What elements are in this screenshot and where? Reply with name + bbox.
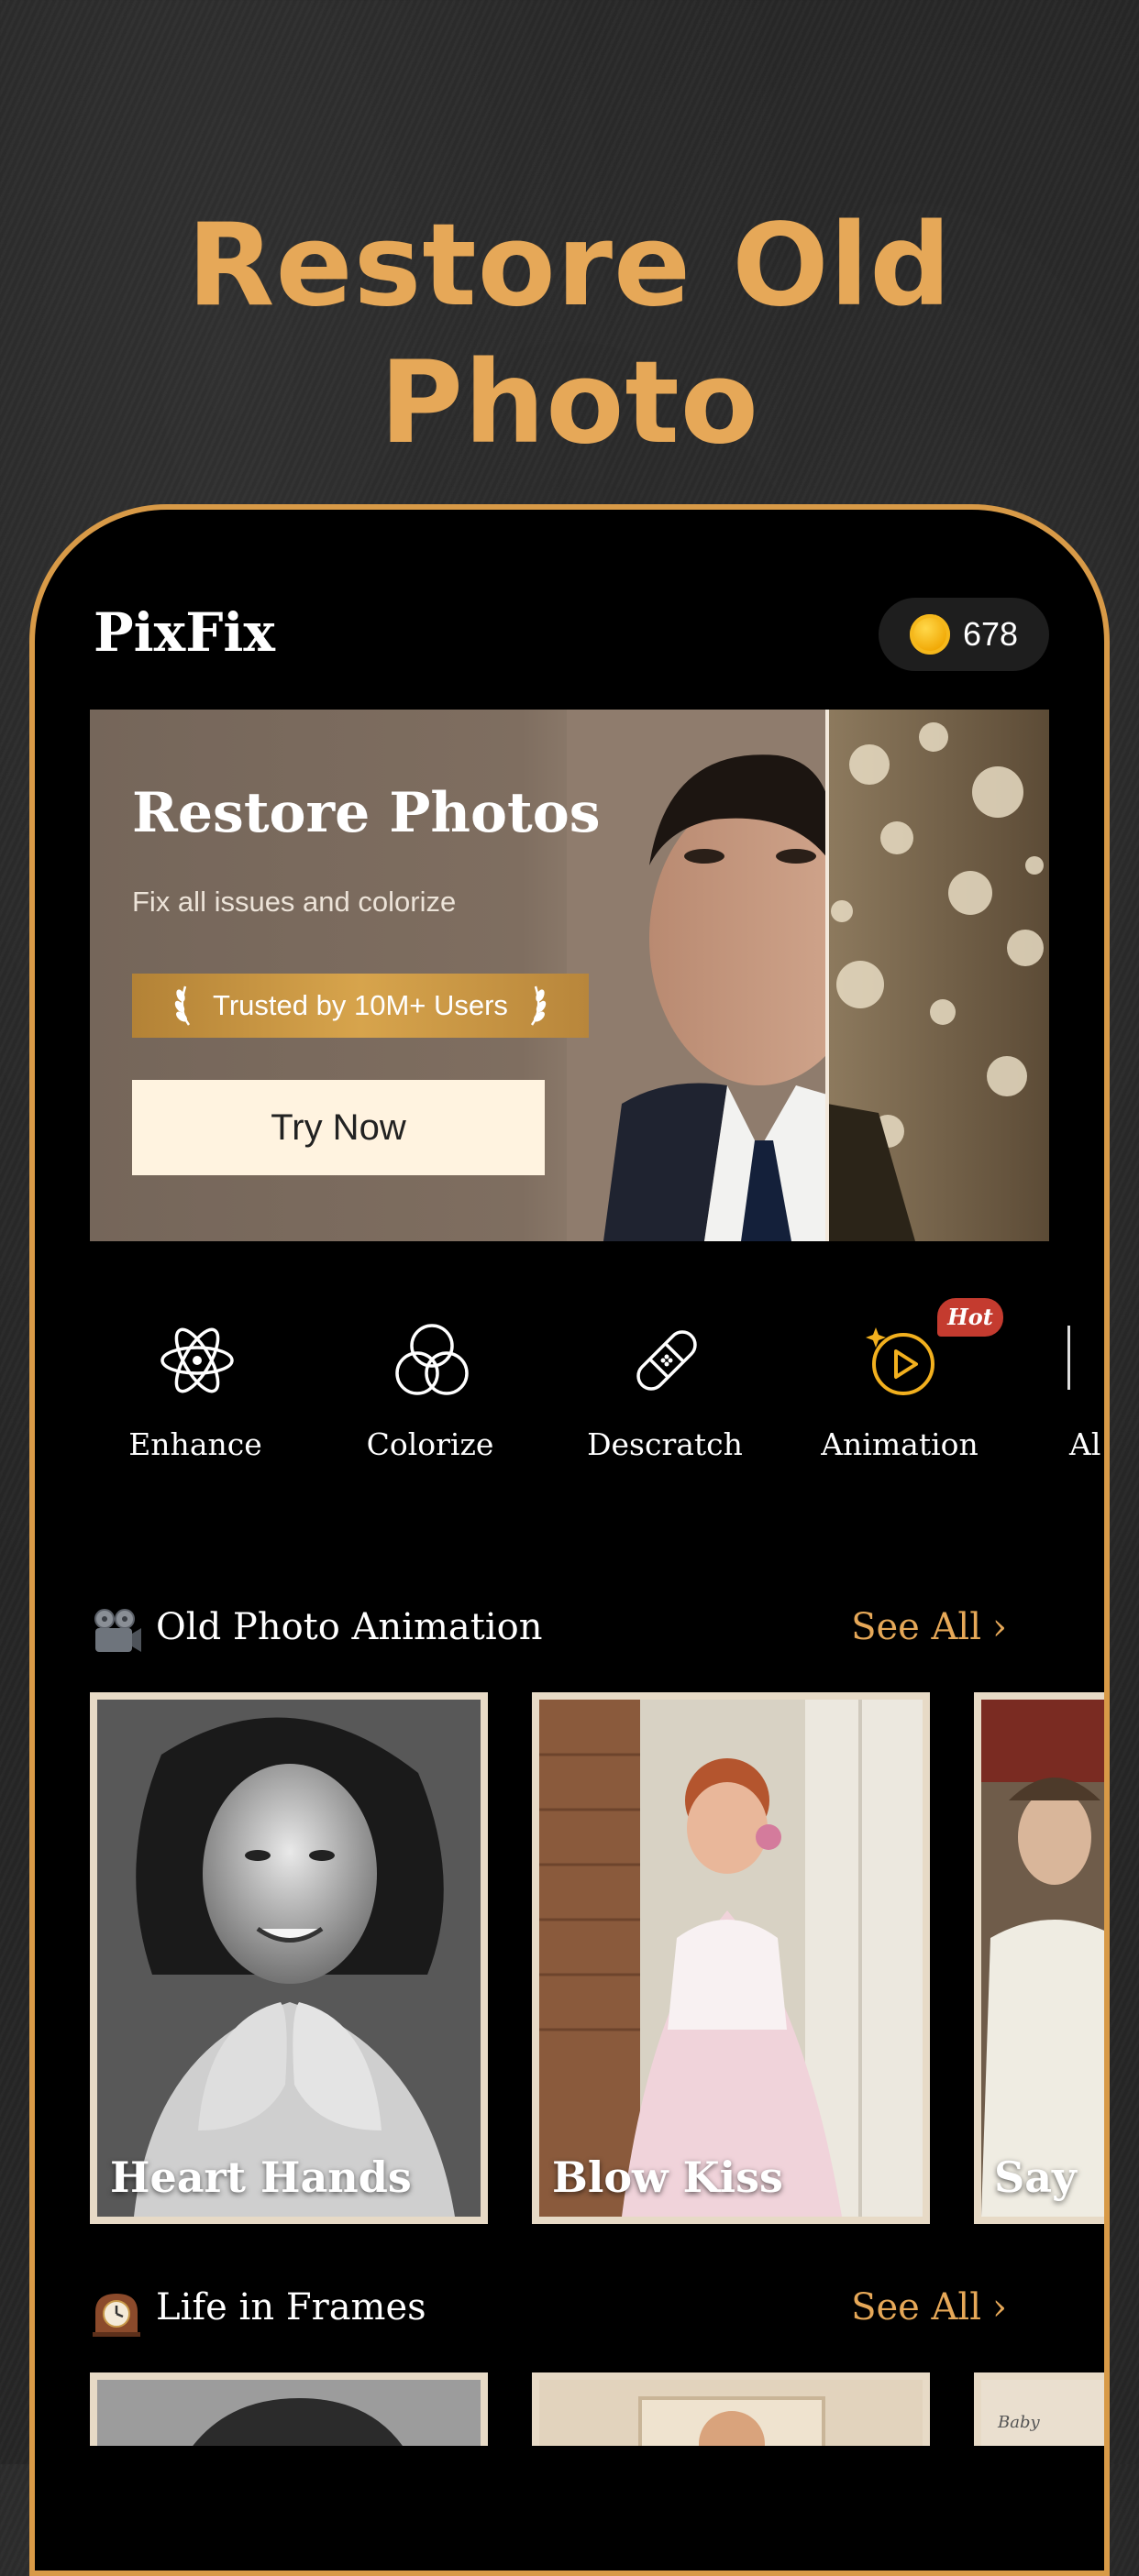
frames-photo-1 [97,2380,481,2446]
coin-count: 678 [963,615,1019,653]
animation-card[interactable]: Say [974,1692,1104,2224]
heart-hands-photo [97,1700,481,2217]
animation-card[interactable]: Blow Kiss [532,1692,930,2224]
try-now-button[interactable]: Try Now [132,1080,545,1175]
color-circles-icon [395,1324,469,1395]
tool-label: Enhance [128,1426,262,1462]
tool-icon-edge [1067,1326,1070,1390]
frames-section-header: Life in Frames See All › [90,2281,1062,2345]
chevron-right-icon: › [992,2286,1007,2328]
frames-card[interactable] [532,2372,930,2446]
see-all-frames-link[interactable]: See All › [851,2286,1007,2328]
card-caption: Heart Hands [110,2152,412,2202]
tool-label: Colorize [366,1426,494,1462]
app-screen: PixFix 678 Restore Photos Fix all issues… [35,510,1104,2570]
card-caption: Say [994,2152,1077,2202]
bandage-icon [636,1330,697,1391]
animation-card[interactable]: Heart Hands [90,1692,488,2224]
app-logo: PixFix [94,601,276,664]
banner-subtitle: Fix all issues and colorize [132,886,457,918]
restore-banner[interactable]: Restore Photos Fix all issues and colori… [90,710,1049,1241]
frames-photo-2 [539,2380,923,2446]
banner-title: Restore Photos [132,781,601,845]
tool-label: Animation [821,1426,979,1462]
promo-headline: Restore Old Photo [187,200,952,469]
tool-colorize[interactable]: Colorize [325,1261,536,1463]
tool-label: Al [1069,1426,1101,1462]
laurel-left-icon [174,985,191,1026]
see-all-animation-link[interactable]: See All › [851,1606,1007,1648]
atom-icon [160,1327,234,1393]
card-caption: Blow Kiss [552,2152,783,2202]
mantel-clock-icon [93,2294,140,2337]
section-title: Old Photo Animation [156,1606,543,1648]
frames-card[interactable]: Baby [974,2372,1104,2446]
laurel-right-icon [530,985,547,1026]
film-projector-icon [94,1609,141,1652]
say-photo [981,1700,1104,2217]
tool-label: Descratch [587,1426,743,1462]
tools-row: Enhance Colorize Descratch Hot Animation… [35,1261,1104,1463]
chevron-right-icon: › [992,1606,1007,1648]
frames-card[interactable] [90,2372,488,2446]
trust-badge-text: Trusted by 10M+ Users [213,989,508,1021]
hot-badge: Hot [937,1298,1003,1337]
animation-section-header: Old Photo Animation See All › [90,1601,1062,1665]
phone-frame: PixFix 678 Restore Photos Fix all issues… [29,504,1110,2576]
tool-descratch[interactable]: Descratch [559,1261,770,1463]
frames-cards-row: Baby [90,2372,1104,2446]
section-title: Life in Frames [156,2286,426,2328]
restored-portrait-image [567,710,1049,1241]
tool-enhance[interactable]: Enhance [90,1261,301,1463]
coin-balance-button[interactable]: 678 [879,598,1049,671]
tool-animation[interactable]: Hot Animation [794,1261,1005,1463]
frames-card-label: Baby [998,2413,1040,2432]
trust-badge: Trusted by 10M+ Users [132,974,589,1038]
before-after-divider[interactable] [825,710,829,1241]
animation-cards-row: Heart Hands Blow Kiss Say [90,1692,1104,2224]
see-all-label: See All [851,2286,981,2328]
blow-kiss-photo [539,1700,923,2217]
see-all-label: See All [851,1606,981,1648]
gold-coin-icon [910,614,950,655]
tool-ai[interactable]: Al [1029,1261,1102,1463]
play-sparkle-icon [866,1327,934,1395]
